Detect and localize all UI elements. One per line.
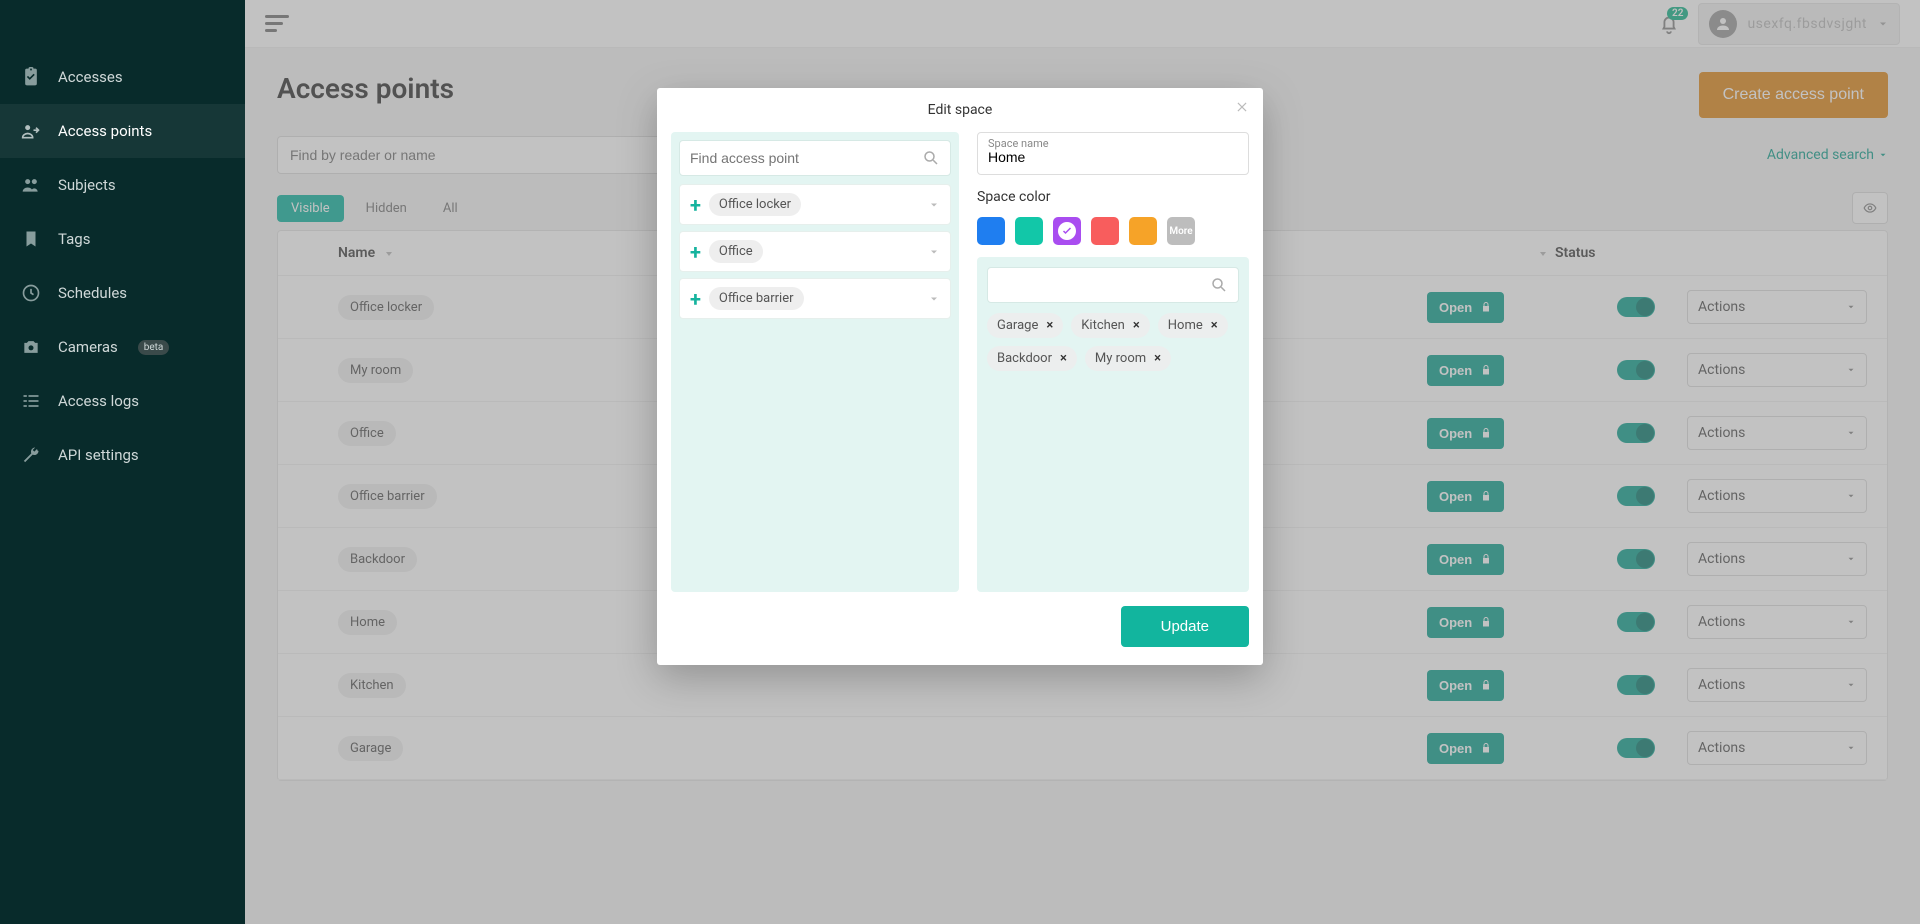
tag-label: Kitchen bbox=[1081, 318, 1125, 333]
available-access-point-row[interactable]: + Office barrier bbox=[679, 278, 951, 319]
modal-title: Edit space bbox=[928, 102, 993, 118]
selected-access-point-tag: Garage × bbox=[987, 313, 1063, 338]
space-color-label: Space color bbox=[977, 189, 1249, 205]
sidebar-item-label: Schedules bbox=[58, 284, 127, 302]
sidebar-item-label: Cameras bbox=[58, 338, 118, 356]
remove-tag-button[interactable]: × bbox=[1211, 318, 1218, 333]
space-form-panel: Space name Space color More Garage×Kitch… bbox=[977, 132, 1249, 592]
sidebar-item-access-logs[interactable]: Access logs bbox=[0, 374, 245, 428]
sidebar: Accesses Access points Subjects Tags Sch… bbox=[0, 0, 245, 924]
tag-label: Home bbox=[1168, 318, 1203, 333]
camera-icon bbox=[20, 336, 42, 358]
available-access-point-row[interactable]: + Office bbox=[679, 231, 951, 272]
close-icon bbox=[1235, 100, 1249, 114]
sidebar-item-label: Access points bbox=[58, 122, 152, 140]
selected-access-points-panel: Garage × Kitchen × Home × Backdoor × My room × bbox=[977, 257, 1249, 592]
access-point-pill: Office locker bbox=[709, 193, 801, 216]
color-swatch-red[interactable] bbox=[1091, 217, 1119, 245]
color-swatches: More bbox=[977, 217, 1249, 245]
sidebar-item-accesses[interactable]: Accesses bbox=[0, 50, 245, 104]
search-icon bbox=[1210, 276, 1228, 294]
remove-tag-button[interactable]: × bbox=[1060, 351, 1067, 366]
sidebar-item-label: API settings bbox=[58, 446, 139, 464]
color-swatch-teal[interactable] bbox=[1015, 217, 1043, 245]
wrench-icon bbox=[20, 444, 42, 466]
add-icon[interactable]: + bbox=[690, 289, 701, 309]
tag-icon bbox=[20, 228, 42, 250]
beta-badge: beta bbox=[138, 340, 170, 355]
available-access-point-row[interactable]: + Office locker bbox=[679, 184, 951, 225]
selected-access-point-tag: Home × bbox=[1158, 313, 1228, 338]
update-button[interactable]: Update bbox=[1121, 606, 1249, 647]
access-point-pill: Office barrier bbox=[709, 287, 804, 310]
sidebar-item-tags[interactable]: Tags bbox=[0, 212, 245, 266]
selected-access-points-search[interactable] bbox=[987, 267, 1239, 303]
sidebar-item-schedules[interactable]: Schedules bbox=[0, 266, 245, 320]
sidebar-item-subjects[interactable]: Subjects bbox=[0, 158, 245, 212]
list-icon bbox=[20, 390, 42, 412]
space-name-label: Space name bbox=[988, 137, 1049, 150]
check-icon bbox=[1058, 222, 1076, 240]
access-point-icon bbox=[20, 120, 42, 142]
chevron-down-icon[interactable] bbox=[928, 246, 940, 258]
sidebar-item-cameras[interactable]: Cameras beta bbox=[0, 320, 245, 374]
tag-label: My room bbox=[1095, 351, 1146, 366]
add-icon[interactable]: + bbox=[690, 242, 701, 262]
find-access-point-search[interactable] bbox=[679, 140, 951, 176]
clock-icon bbox=[20, 282, 42, 304]
selected-access-points-input[interactable] bbox=[998, 277, 1210, 293]
find-access-point-input[interactable] bbox=[690, 150, 922, 166]
selected-access-point-tag: My room × bbox=[1085, 346, 1171, 371]
edit-space-modal: Edit space + Office locker + Office + Office … bbox=[657, 88, 1263, 665]
access-point-pill: Office bbox=[709, 240, 763, 263]
chevron-down-icon[interactable] bbox=[928, 199, 940, 211]
remove-tag-button[interactable]: × bbox=[1046, 318, 1053, 333]
add-icon[interactable]: + bbox=[690, 195, 701, 215]
tag-label: Garage bbox=[997, 318, 1038, 333]
available-access-points-panel: + Office locker + Office + Office barrier bbox=[671, 132, 959, 592]
selected-access-point-tag: Backdoor × bbox=[987, 346, 1077, 371]
space-name-input[interactable] bbox=[988, 149, 1238, 165]
sidebar-item-label: Accesses bbox=[58, 68, 123, 86]
color-swatch-orange[interactable] bbox=[1129, 217, 1157, 245]
modal-close-button[interactable] bbox=[1235, 100, 1249, 114]
sidebar-item-label: Tags bbox=[58, 230, 90, 248]
tag-label: Backdoor bbox=[997, 351, 1052, 366]
remove-tag-button[interactable]: × bbox=[1133, 318, 1140, 333]
chevron-down-icon[interactable] bbox=[928, 293, 940, 305]
sidebar-item-access-points[interactable]: Access points bbox=[0, 104, 245, 158]
sidebar-item-label: Access logs bbox=[58, 392, 139, 410]
search-icon bbox=[922, 149, 940, 167]
remove-tag-button[interactable]: × bbox=[1154, 351, 1161, 366]
selected-access-point-tag: Kitchen × bbox=[1071, 313, 1150, 338]
color-swatch-blue[interactable] bbox=[977, 217, 1005, 245]
sidebar-item-api-settings[interactable]: API settings bbox=[0, 428, 245, 482]
people-icon bbox=[20, 174, 42, 196]
color-swatch-purple[interactable] bbox=[1053, 217, 1081, 245]
clipboard-check-icon bbox=[20, 66, 42, 88]
color-swatch-more[interactable]: More bbox=[1167, 217, 1195, 245]
sidebar-item-label: Subjects bbox=[58, 176, 116, 194]
space-name-field[interactable]: Space name bbox=[977, 132, 1249, 175]
modal-header: Edit space bbox=[657, 88, 1263, 132]
